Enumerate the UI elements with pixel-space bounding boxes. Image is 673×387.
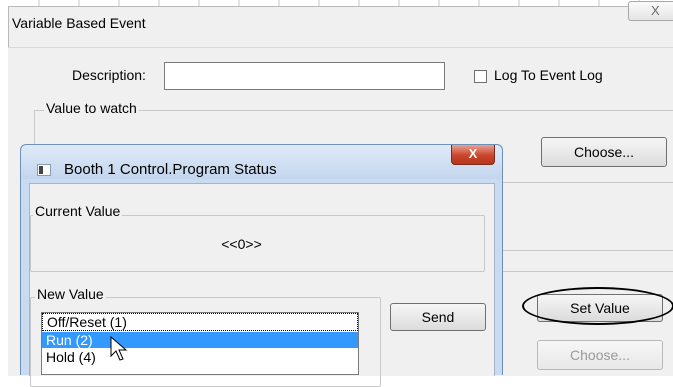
group-border (503, 250, 673, 251)
send-label: Send (421, 309, 455, 325)
group-border (503, 271, 673, 272)
highlight-oval (522, 287, 673, 325)
close-button[interactable]: X (451, 145, 495, 165)
log-to-event-log-checkbox[interactable] (474, 70, 487, 83)
choose-button[interactable]: Choose... (541, 137, 667, 167)
close-button[interactable]: X (628, 1, 673, 21)
new-value-label: New Value (35, 286, 106, 302)
mouse-cursor-icon (110, 336, 128, 361)
value-to-watch-label: Value to watch (44, 100, 139, 116)
send-button[interactable]: Send (390, 303, 486, 331)
close-icon: X (468, 146, 478, 161)
list-item[interactable]: Off/Reset (1) (42, 313, 358, 331)
list-item[interactable]: Hold (4) (42, 349, 358, 365)
list-item[interactable]: Run (2) (42, 332, 358, 348)
group-border (503, 182, 673, 183)
current-value: <<0>> (221, 236, 262, 252)
choose-button-disabled[interactable]: Choose... (537, 340, 663, 370)
description-label: Description: (72, 67, 146, 83)
dialog-title: Booth 1 Control.Program Status (64, 161, 277, 178)
new-value-list[interactable]: Off/Reset (1) Run (2) Hold (4) (41, 312, 359, 375)
app-icon (37, 164, 51, 176)
log-to-event-log-label: Log To Event Log (494, 67, 603, 83)
choose-label: Choose... (570, 347, 630, 363)
close-icon: X (651, 3, 660, 18)
choose-label: Choose... (574, 144, 634, 160)
current-value-label: Current Value (33, 203, 123, 219)
dialog-title: Variable Based Event (12, 15, 146, 31)
description-input[interactable] (164, 62, 445, 90)
